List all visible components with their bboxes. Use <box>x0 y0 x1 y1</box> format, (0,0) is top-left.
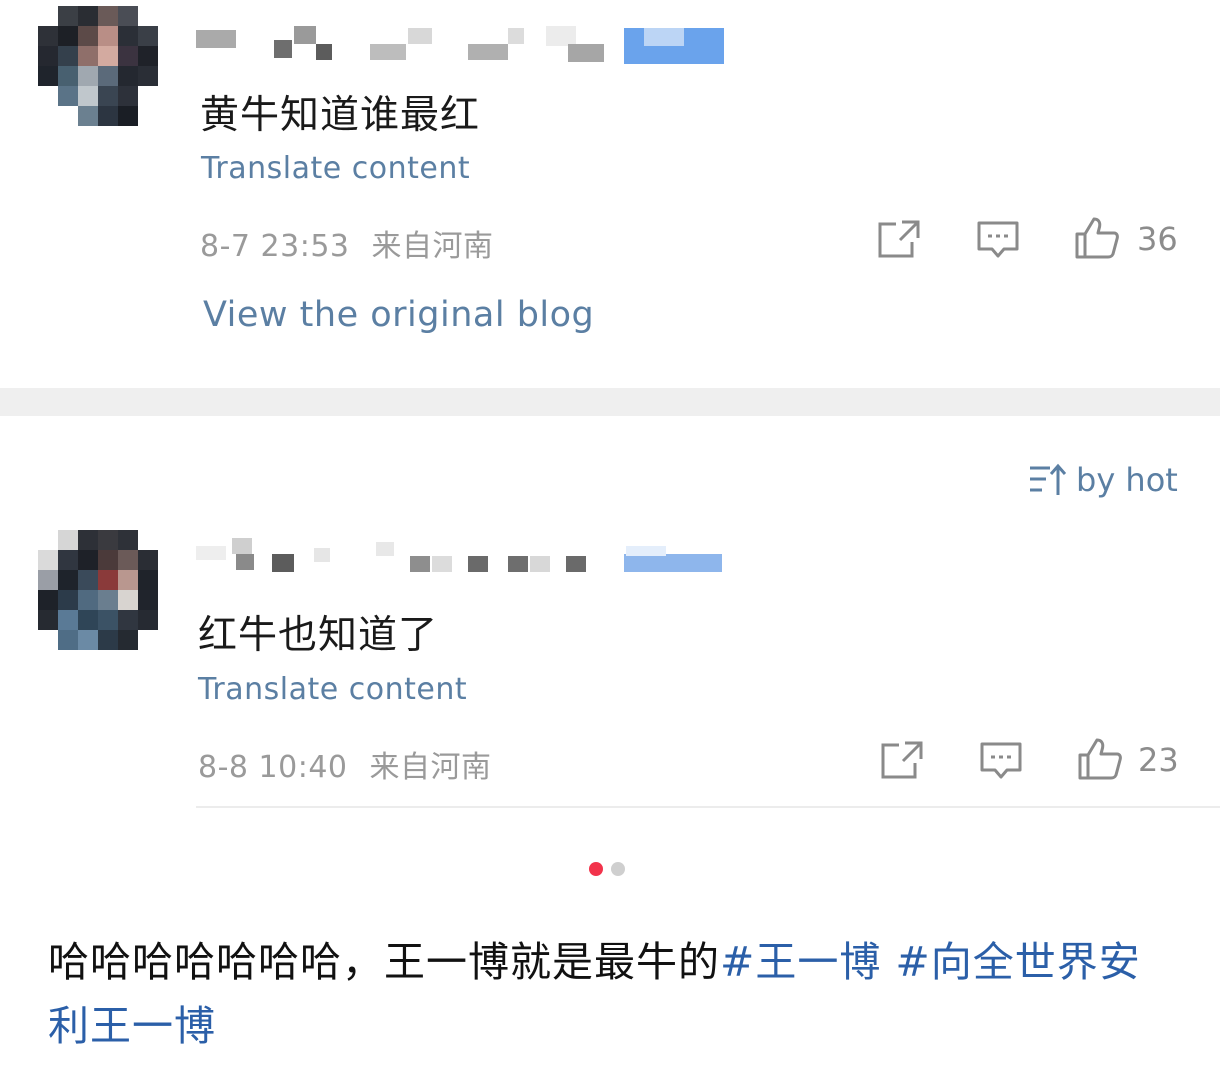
avatar[interactable] <box>38 6 158 126</box>
comment-location: 来自河南 <box>369 750 492 785</box>
thumbs-up-icon[interactable] <box>1077 737 1123 781</box>
comment-icon[interactable] <box>979 741 1023 781</box>
like-count: 23 <box>1138 741 1179 779</box>
comment-location: 来自河南 <box>371 229 494 264</box>
post-body: 哈哈哈哈哈哈哈，王一博就是最牛的 <box>48 938 720 986</box>
comment-meta: 8-8 10:40 来自河南 <box>198 742 492 786</box>
comment-icon[interactable] <box>976 220 1020 260</box>
comment-text: 红牛也知道了 <box>198 613 439 658</box>
sort-label: by hot <box>1076 461 1178 499</box>
share-icon[interactable] <box>881 741 923 779</box>
view-original-blog-link[interactable]: View the original blog <box>203 295 594 335</box>
sort-by-hot[interactable]: by hot <box>1028 458 1178 502</box>
pagination-dot-active[interactable] <box>589 862 603 876</box>
image-pagination <box>589 862 625 876</box>
comment-text: 黄牛知道谁最红 <box>200 93 481 138</box>
share-icon[interactable] <box>878 220 920 258</box>
like-count: 36 <box>1137 220 1178 258</box>
comment-meta: 8-7 23:53 来自河南 <box>200 221 494 265</box>
username-blurred[interactable] <box>196 26 726 64</box>
comment-date: 8-8 10:40 <box>198 750 348 785</box>
comment-date: 8-7 23:53 <box>200 229 350 264</box>
post-text: 哈哈哈哈哈哈哈，王一博就是最牛的#王一博 #向全世界安利王一博 <box>48 930 1178 1058</box>
pagination-dot[interactable] <box>611 862 625 876</box>
username-blurred[interactable] <box>196 538 726 572</box>
sort-icon <box>1030 463 1066 495</box>
row-divider <box>196 806 1220 808</box>
hashtag-link[interactable]: #王一博 <box>720 938 881 986</box>
avatar[interactable] <box>38 530 158 650</box>
translate-content-link[interactable]: Translate content <box>201 151 470 186</box>
thumbs-up-icon[interactable] <box>1074 216 1120 260</box>
section-divider <box>0 388 1220 416</box>
translate-content-link[interactable]: Translate content <box>198 672 467 707</box>
